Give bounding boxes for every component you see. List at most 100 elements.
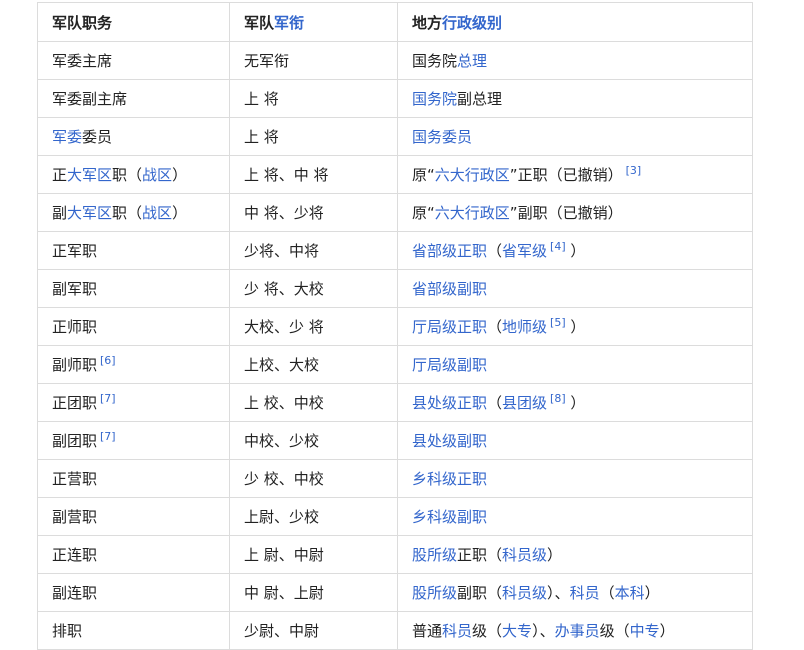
table-row: 副团职 [7] 中校、少校 县处级副职 bbox=[37, 421, 753, 460]
cell-text: 少 将、大校 bbox=[244, 280, 324, 298]
military-post-cell: 正师职 bbox=[37, 307, 230, 346]
cell-text: 上 尉、中尉 bbox=[244, 546, 324, 564]
header-row: 军队职务 军队军衔 地方行政级别 bbox=[37, 2, 753, 42]
table-row: 正军职 少将、中将 省部级正职（省军级 [4] ） bbox=[37, 231, 753, 270]
military-post-cell: 军委委员 bbox=[37, 117, 230, 156]
citation-link[interactable]: [7] bbox=[100, 430, 116, 443]
wiki-link[interactable]: 六大行政区 bbox=[435, 204, 510, 222]
wiki-link[interactable]: 行政级别 bbox=[442, 14, 502, 32]
cell-text: 副总理 bbox=[457, 90, 503, 108]
wiki-link[interactable]: 国务院 bbox=[412, 90, 457, 108]
cell-text: 上尉、少校 bbox=[244, 508, 320, 526]
wiki-link[interactable]: 中专 bbox=[630, 622, 660, 640]
wiki-link[interactable]: 大军区 bbox=[67, 166, 112, 184]
wiki-link[interactable]: 县处级副职 bbox=[412, 432, 487, 450]
wiki-link[interactable]: 乡科级正职 bbox=[412, 470, 487, 488]
local-admin-level-cell: 国务委员 bbox=[397, 117, 753, 156]
cell-text: 原“ bbox=[412, 166, 435, 184]
wiki-link[interactable]: 大专 bbox=[502, 622, 532, 640]
wiki-link[interactable]: 六大行政区 bbox=[435, 166, 510, 184]
cell-text: 副 bbox=[52, 204, 68, 222]
cell-text: 军委副主席 bbox=[52, 90, 128, 108]
local-admin-level-cell: 原“六大行政区”副职（已撤销） bbox=[397, 193, 753, 232]
cell-text: 副师职 bbox=[52, 356, 98, 374]
wiki-link[interactable]: 国务委员 bbox=[412, 128, 472, 146]
wiki-link[interactable]: 省部级副职 bbox=[412, 280, 487, 298]
wiki-link[interactable]: 办事员 bbox=[555, 622, 600, 640]
local-admin-level-cell: 原“六大行政区”正职（已撤销） [3] bbox=[397, 155, 753, 194]
cell-text: ） bbox=[565, 394, 586, 412]
wiki-link[interactable]: 省军级 bbox=[502, 242, 547, 260]
wiki-link[interactable]: 军衔 bbox=[274, 14, 304, 32]
military-post-cell: 正连职 bbox=[37, 535, 230, 574]
military-post-cell: 正军职 bbox=[37, 231, 230, 270]
military-rank-cell: 少 将、大校 bbox=[229, 269, 398, 308]
wiki-link[interactable]: 科员级 bbox=[502, 584, 547, 602]
wiki-link[interactable]: 股所级 bbox=[412, 584, 457, 602]
military-rank-cell: 上 将 bbox=[229, 117, 398, 156]
local-admin-level-cell: 国务院副总理 bbox=[397, 79, 753, 118]
wiki-link[interactable]: 厅局级副职 bbox=[412, 356, 487, 374]
table-row: 军委委员上 将国务委员 bbox=[37, 117, 753, 156]
citation-link[interactable]: [6] bbox=[100, 354, 116, 367]
military-post-cell: 正团职 [7] bbox=[37, 383, 230, 422]
wiki-link[interactable]: 厅局级正职 bbox=[412, 318, 487, 336]
cell-text: ） bbox=[565, 242, 586, 260]
cell-text: 正营职 bbox=[52, 470, 98, 488]
wiki-link[interactable]: 军委 bbox=[52, 128, 82, 146]
local-admin-level-cell: 普通科员级（大专）、办事员级（中专） bbox=[397, 611, 753, 650]
wiki-link[interactable]: 战区 bbox=[142, 166, 172, 184]
local-admin-level-cell: 股所级正职（科员级） bbox=[397, 535, 753, 574]
local-admin-level-cell: 省部级副职 bbox=[397, 269, 753, 308]
cell-text: 副团职 bbox=[52, 432, 98, 450]
military-rank-cell: 中校、少校 bbox=[229, 421, 398, 460]
local-admin-level-cell: 厅局级正职（地师级 [5] ） bbox=[397, 307, 753, 346]
military-rank-cell: 大校、少 将 bbox=[229, 307, 398, 346]
header-military-post: 军队职务 bbox=[37, 2, 230, 42]
military-post-cell: 正营职 bbox=[37, 459, 230, 498]
wiki-link[interactable]: 县团级 bbox=[502, 394, 547, 412]
table-row: 排职 少尉、中尉 普通科员级（大专）、办事员级（中专） bbox=[37, 611, 753, 650]
military-rank-cell: 无军衔 bbox=[229, 41, 398, 80]
wiki-link[interactable]: 科员 bbox=[442, 622, 472, 640]
wiki-link[interactable]: 本科 bbox=[615, 584, 645, 602]
cell-text: 正团职 bbox=[52, 394, 98, 412]
wiki-link[interactable]: 科员 bbox=[570, 584, 600, 602]
local-admin-level-cell: 厅局级副职 bbox=[397, 345, 753, 384]
wiki-link[interactable]: 战区 bbox=[142, 204, 172, 222]
cell-text: 少尉、中尉 bbox=[244, 622, 320, 640]
citation-link[interactable]: [4] bbox=[550, 240, 566, 253]
cell-text: 上 将、中 将 bbox=[244, 166, 329, 184]
military-post-cell: 副大军区职（战区） bbox=[37, 193, 230, 232]
cell-text: 副职（ bbox=[457, 584, 503, 602]
cell-text: ）、 bbox=[532, 622, 555, 640]
wiki-link[interactable]: 省部级正职 bbox=[412, 242, 487, 260]
cell-text: 无军衔 bbox=[244, 52, 290, 70]
table-row: 正连职 上 尉、中尉 股所级正职（科员级） bbox=[37, 535, 753, 574]
citation-link[interactable]: [5] bbox=[550, 316, 566, 329]
table-body: 军委主席 无军衔 国务院总理 军委副主席上 将国务院副总理 军委委员上 将国务委员 正大军… bbox=[37, 41, 753, 650]
citation-link[interactable]: [8] bbox=[550, 392, 566, 405]
local-admin-level-cell: 县处级副职 bbox=[397, 421, 753, 460]
cell-text: 中 将、少将 bbox=[244, 204, 324, 222]
wiki-link[interactable]: 乡科级副职 bbox=[412, 508, 487, 526]
cell-text: 大校、少 将 bbox=[244, 318, 324, 336]
military-rank-cell: 上 尉、中尉 bbox=[229, 535, 398, 574]
cell-text: 中 尉、上尉 bbox=[244, 584, 324, 602]
local-admin-level-cell: 乡科级正职 bbox=[397, 459, 753, 498]
wiki-link[interactable]: 科员级 bbox=[502, 546, 547, 564]
table-row: 副军职 少 将、大校 省部级副职 bbox=[37, 269, 753, 308]
wiki-link[interactable]: 总理 bbox=[457, 52, 487, 70]
wiki-link[interactable]: 县处级正职 bbox=[412, 394, 487, 412]
cell-text: ） bbox=[172, 166, 188, 184]
cell-text: ”副职（已撤销） bbox=[509, 204, 623, 222]
wiki-link[interactable]: 大军区 bbox=[67, 204, 112, 222]
citation-link[interactable]: [3] bbox=[626, 164, 642, 177]
table-row: 正师职 大校、少 将 厅局级正职（地师级 [5] ） bbox=[37, 307, 753, 346]
military-rank-cell: 少将、中将 bbox=[229, 231, 398, 270]
wiki-link[interactable]: 地师级 bbox=[502, 318, 547, 336]
wiki-link[interactable]: 股所级 bbox=[412, 546, 457, 564]
cell-text: 级（ bbox=[472, 622, 503, 640]
citation-link[interactable]: [7] bbox=[100, 392, 116, 405]
cell-text: 正军职 bbox=[52, 242, 98, 260]
